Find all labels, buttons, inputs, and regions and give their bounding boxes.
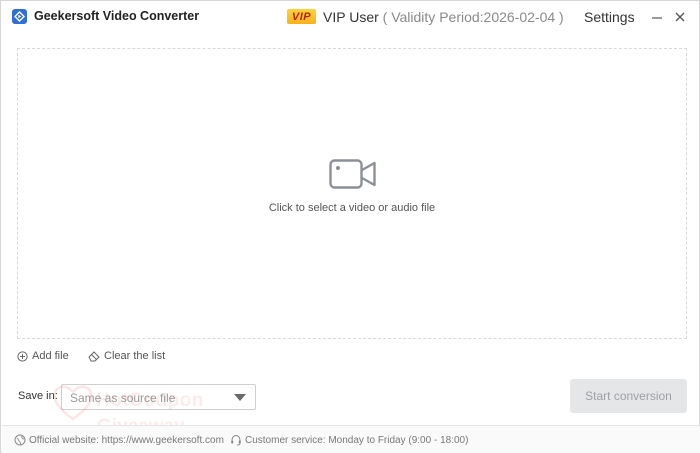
minimize-icon [652,17,662,19]
settings-button[interactable]: Settings [584,9,635,25]
plus-circle-icon [17,350,28,362]
customer-service-text: Customer service: Monday to Friday (9:00… [245,434,469,446]
app-title: Geekersoft Video Converter [34,9,200,23]
start-conversion-button[interactable]: Start conversion [570,379,687,413]
file-drop-zone[interactable]: Click to select a video or audio file [17,48,687,339]
website-link[interactable]: Official website: https://www.geekersoft… [14,434,224,446]
add-file-label: Add file [32,350,69,362]
drop-hint-text: Click to select a video or audio file [268,202,436,214]
save-location-select[interactable]: Same as source file [61,384,256,410]
globe-icon [14,434,26,446]
close-button[interactable] [671,7,689,27]
vip-badge: VIP [287,9,316,24]
add-file-button[interactable]: Add file [17,350,69,362]
vip-validity: ( Validity Period:2026-02-04 ) [378,9,564,25]
clear-list-button[interactable]: Clear the list [88,350,165,362]
save-in-label: Save in: [18,390,58,402]
title-bar: Geekersoft Video Converter VIP VIP User … [1,1,699,33]
app-window: Geekersoft Video Converter VIP VIP User … [0,0,700,453]
customer-service-info: Customer service: Monday to Friday (9:00… [230,434,468,446]
vip-status: VIP User ( Validity Period:2026-02-04 ) [323,9,564,25]
minimize-button[interactable] [648,7,666,27]
app-logo-icon [12,9,27,24]
vip-user-label: VIP User [323,9,379,25]
chevron-down-icon [234,394,246,401]
clear-list-label: Clear the list [104,350,166,362]
website-text: Official website: https://www.geekersoft… [29,434,224,446]
status-footer: Official website: https://www.geekersoft… [2,425,700,453]
close-icon [675,12,685,22]
headset-icon [231,434,241,446]
video-camera-icon [329,159,376,189]
eraser-icon [88,350,100,361]
save-location-value: Same as source file [70,391,176,405]
